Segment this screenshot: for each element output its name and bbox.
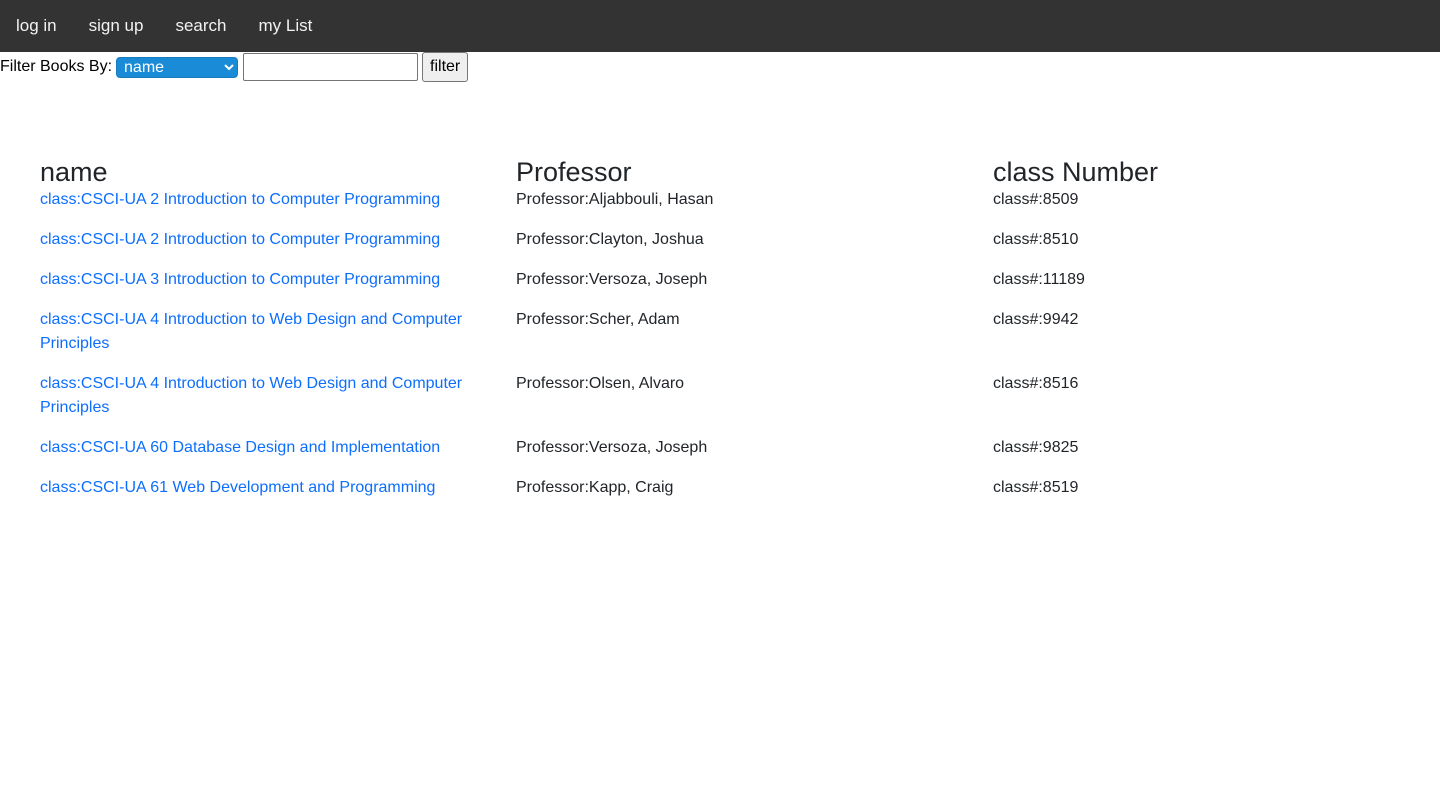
cell-class-number: class#:9942 bbox=[993, 311, 1079, 328]
filter-button[interactable]: filter bbox=[422, 52, 469, 82]
table-header-row: name Professor class Number bbox=[40, 140, 1440, 188]
class-link[interactable]: class:CSCI-UA 60 Database Design and Imp… bbox=[40, 436, 516, 460]
cell-class-number: class#:9825 bbox=[993, 439, 1079, 456]
cell-professor: Professor:Scher, Adam bbox=[516, 311, 680, 328]
filter-field-select[interactable]: name bbox=[116, 56, 239, 78]
table-row: class:CSCI-UA 2 Introduction to Computer… bbox=[40, 228, 1440, 268]
cell-class-number: class#:8510 bbox=[993, 231, 1079, 248]
class-link[interactable]: class:CSCI-UA 4 Introduction to Web Desi… bbox=[40, 372, 516, 420]
cell-professor: Professor:Clayton, Joshua bbox=[516, 231, 704, 248]
cell-name: class:CSCI-UA 3 Introduction to Computer… bbox=[40, 268, 516, 308]
cell-professor: Professor:Olsen, Alvaro bbox=[516, 375, 685, 392]
cell-name: class:CSCI-UA 4 Introduction to Web Desi… bbox=[40, 372, 516, 436]
classes-table: name Professor class Number class:CSCI-U… bbox=[40, 140, 1440, 516]
class-link[interactable]: class:CSCI-UA 2 Introduction to Computer… bbox=[40, 188, 516, 212]
cell-name: class:CSCI-UA 60 Database Design and Imp… bbox=[40, 436, 516, 476]
cell-name: class:CSCI-UA 2 Introduction to Computer… bbox=[40, 188, 516, 228]
column-header-professor: Professor bbox=[516, 157, 632, 187]
cell-name: class:CSCI-UA 4 Introduction to Web Desi… bbox=[40, 308, 516, 372]
column-header-name: name bbox=[40, 157, 108, 187]
cell-professor: Professor:Kapp, Craig bbox=[516, 479, 674, 496]
class-link[interactable]: class:CSCI-UA 2 Introduction to Computer… bbox=[40, 228, 516, 252]
cell-professor: Professor:Versoza, Joseph bbox=[516, 271, 708, 288]
table-row: class:CSCI-UA 2 Introduction to Computer… bbox=[40, 188, 1440, 228]
column-header-class-number: class Number bbox=[993, 157, 1159, 187]
cell-professor: Professor:Versoza, Joseph bbox=[516, 439, 708, 456]
nav-log-in-link[interactable]: log in bbox=[0, 0, 73, 52]
class-link[interactable]: class:CSCI-UA 61 Web Development and Pro… bbox=[40, 476, 516, 500]
table-row: class:CSCI-UA 61 Web Development and Pro… bbox=[40, 476, 1440, 516]
class-link[interactable]: class:CSCI-UA 4 Introduction to Web Desi… bbox=[40, 308, 516, 356]
table-row: class:CSCI-UA 4 Introduction to Web Desi… bbox=[40, 308, 1440, 372]
filter-label: Filter Books By: bbox=[0, 58, 113, 75]
nav-sign-up-link[interactable]: sign up bbox=[73, 0, 160, 52]
nav-search-link[interactable]: search bbox=[159, 0, 242, 52]
filter-input[interactable] bbox=[243, 53, 419, 81]
table-row: class:CSCI-UA 60 Database Design and Imp… bbox=[40, 436, 1440, 476]
cell-class-number: class#:11189 bbox=[993, 271, 1085, 288]
classes-table-container: name Professor class Number class:CSCI-U… bbox=[40, 140, 1440, 516]
cell-name: class:CSCI-UA 61 Web Development and Pro… bbox=[40, 476, 516, 516]
top-nav: log in sign up search my List bbox=[0, 0, 1440, 52]
nav-my-list-link[interactable]: my List bbox=[243, 0, 329, 52]
table-row: class:CSCI-UA 3 Introduction to Computer… bbox=[40, 268, 1440, 308]
cell-professor: Professor:Aljabbouli, Hasan bbox=[516, 191, 714, 208]
cell-name: class:CSCI-UA 2 Introduction to Computer… bbox=[40, 228, 516, 268]
table-row: class:CSCI-UA 4 Introduction to Web Desi… bbox=[40, 372, 1440, 436]
cell-class-number: class#:8519 bbox=[993, 479, 1079, 496]
cell-class-number: class#:8516 bbox=[993, 375, 1079, 392]
filter-bar: Filter Books By: name filter bbox=[0, 52, 1440, 82]
class-link[interactable]: class:CSCI-UA 3 Introduction to Computer… bbox=[40, 268, 516, 292]
cell-class-number: class#:8509 bbox=[993, 191, 1079, 208]
